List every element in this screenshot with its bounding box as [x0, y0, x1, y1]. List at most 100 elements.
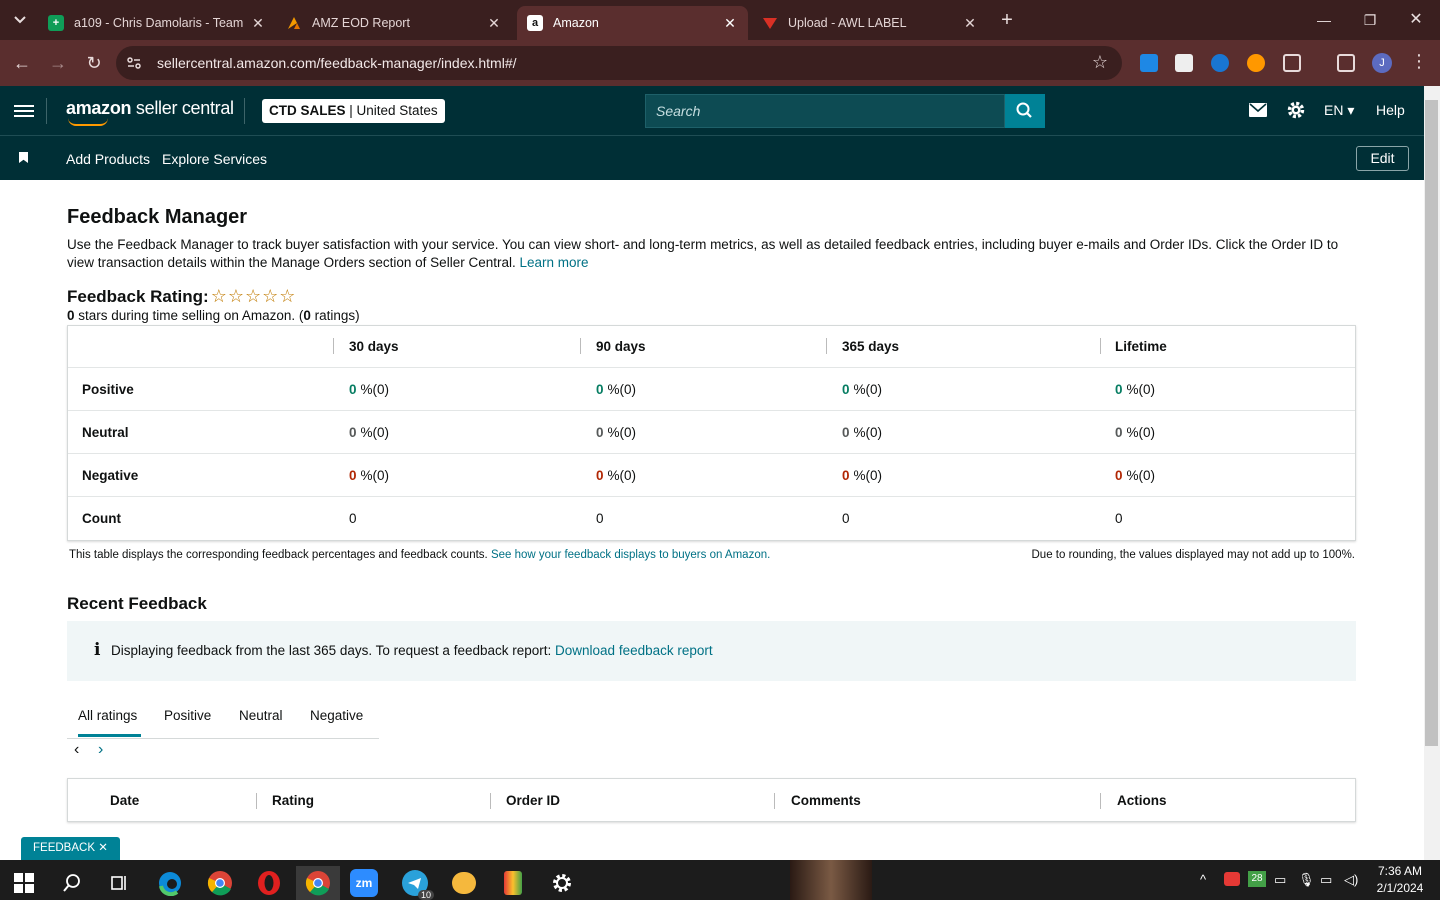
- rounding-note: Due to rounding, the values displayed ma…: [1031, 549, 1356, 561]
- learn-more-link[interactable]: Learn more: [519, 255, 588, 270]
- neutral-365-days: 0 %(0): [842, 424, 883, 440]
- reload-icon[interactable]: ↻: [82, 51, 106, 75]
- tab-all-ratings[interactable]: All ratings: [78, 708, 137, 723]
- language-selector[interactable]: EN ▾: [1324, 102, 1354, 119]
- extension-icon[interactable]: [1175, 54, 1193, 72]
- feedback-display-link[interactable]: See how your feedback displays to buyers…: [491, 549, 770, 561]
- rating-filter-tabs: All ratings Positive Neutral Negative: [67, 695, 379, 739]
- search-icon[interactable]: [50, 866, 94, 900]
- column-header-comments[interactable]: Comments: [791, 779, 861, 821]
- negative-90-days: 0 %(0): [596, 467, 637, 483]
- profile-avatar[interactable]: J: [1372, 53, 1392, 73]
- app-icon[interactable]: [442, 866, 486, 900]
- meet-now-icon[interactable]: ▭: [1274, 872, 1286, 888]
- zoom-icon[interactable]: zm: [342, 866, 386, 900]
- column-separator: [490, 793, 491, 809]
- show-hidden-icons[interactable]: ^: [1200, 872, 1206, 887]
- help-link[interactable]: Help: [1376, 102, 1405, 118]
- tab-search-icon[interactable]: [6, 6, 34, 34]
- search-icon: [1016, 102, 1032, 118]
- scrollbar-thumb[interactable]: [1425, 100, 1438, 746]
- feedback-button[interactable]: FEEDBACK ✕: [21, 837, 120, 860]
- tab-positive[interactable]: Positive: [164, 708, 211, 723]
- network-icon[interactable]: ▭: [1320, 872, 1332, 888]
- bookmark-star-icon[interactable]: ☆: [1092, 52, 1108, 73]
- windows-start-icon[interactable]: [2, 866, 46, 900]
- system-clock[interactable]: 7:36 AM 2/1/2024: [1370, 863, 1430, 897]
- tab-negative[interactable]: Negative: [310, 708, 363, 723]
- next-page-icon[interactable]: ›: [98, 741, 103, 759]
- settings-gear-icon[interactable]: [540, 866, 584, 900]
- chrome-profile-icon[interactable]: [296, 866, 340, 900]
- negative-lifetime: 0 %(0): [1115, 467, 1156, 483]
- close-tab-icon[interactable]: ✕: [722, 15, 738, 32]
- opera-icon[interactable]: [247, 866, 291, 900]
- hamburger-menu-icon[interactable]: [14, 102, 34, 120]
- browser-tab-amazon[interactable]: a Amazon ✕: [517, 6, 748, 40]
- store-name: CTD SALES: [269, 103, 346, 118]
- telegram-icon[interactable]: 10: [393, 866, 437, 900]
- browser-tab-sheets[interactable]: + a109 - Chris Damolaris - Team s ✕: [38, 6, 276, 40]
- extensions-puzzle-icon[interactable]: [1283, 54, 1301, 72]
- clock-date: 2/1/2024: [1376, 881, 1424, 895]
- store-selector[interactable]: CTD SALES | United States: [262, 99, 445, 123]
- app-icon[interactable]: [491, 866, 535, 900]
- browser-menu-icon[interactable]: ⋮: [1410, 51, 1428, 72]
- side-panel-icon[interactable]: [1337, 54, 1355, 72]
- close-tab-icon[interactable]: ✕: [486, 15, 502, 32]
- chrome-icon[interactable]: [198, 866, 242, 900]
- column-separator: [333, 338, 334, 354]
- search-button[interactable]: [1005, 94, 1045, 128]
- logo-seller-central-text: seller central: [131, 98, 234, 118]
- search-input[interactable]: Search: [645, 94, 1005, 128]
- explore-services-link[interactable]: Explore Services: [162, 151, 267, 167]
- table-row-negative: Negative 0 %(0) 0 %(0) 0 %(0) 0 %(0): [68, 454, 1355, 497]
- antivirus-icon[interactable]: [1224, 872, 1240, 886]
- neutral-30-days: 0 %(0): [349, 424, 390, 440]
- tab-title: Upload - AWL LABEL: [788, 16, 907, 30]
- volume-icon[interactable]: ◁): [1344, 872, 1358, 888]
- tray-badge-icon[interactable]: 28: [1248, 871, 1266, 887]
- previous-page-icon[interactable]: ‹: [74, 741, 79, 759]
- restore-icon[interactable]: ❐: [1358, 8, 1382, 32]
- column-separator: [256, 793, 257, 809]
- forward-icon[interactable]: →: [46, 51, 70, 75]
- edit-bookmarks-button[interactable]: Edit: [1356, 146, 1409, 171]
- browser-tab-strip: + a109 - Chris Damolaris - Team s ✕ AMZ …: [0, 0, 1440, 40]
- site-info-icon[interactable]: [126, 55, 142, 71]
- settings-gear-icon[interactable]: [1286, 100, 1306, 125]
- back-icon[interactable]: ←: [10, 51, 34, 75]
- column-header-date[interactable]: Date: [110, 779, 139, 821]
- bookmark-icon[interactable]: [19, 152, 28, 163]
- extension-icon[interactable]: [1247, 54, 1265, 72]
- task-view-icon[interactable]: [97, 866, 141, 900]
- close-window-icon[interactable]: ✕: [1404, 8, 1428, 32]
- column-header-rating[interactable]: Rating: [272, 779, 314, 821]
- column-header-order-id[interactable]: Order ID: [506, 779, 560, 821]
- browser-tab-awl-label[interactable]: Upload - AWL LABEL ✕: [752, 6, 988, 40]
- mail-icon[interactable]: [1249, 103, 1267, 122]
- alert-message: Displaying feedback from the last 365 da…: [111, 643, 713, 658]
- microphone-icon[interactable]: 🎙: [1298, 872, 1315, 888]
- close-tab-icon[interactable]: ✕: [962, 15, 978, 32]
- new-tab-button[interactable]: +: [995, 8, 1019, 32]
- download-feedback-report-link[interactable]: Download feedback report: [555, 643, 713, 658]
- browser-tab-eod-report[interactable]: AMZ EOD Report ✕: [276, 6, 512, 40]
- edge-icon[interactable]: [148, 866, 192, 900]
- ratings-count: 0: [303, 308, 311, 323]
- column-separator: [826, 338, 827, 354]
- add-products-link[interactable]: Add Products: [66, 151, 150, 167]
- fba-extension-icon[interactable]: [1140, 54, 1158, 72]
- extension-icon[interactable]: [1211, 54, 1229, 72]
- tab-title: a109 - Chris Damolaris - Team s: [74, 16, 244, 30]
- close-icon[interactable]: ✕: [98, 842, 108, 854]
- minimize-icon[interactable]: —: [1312, 8, 1336, 32]
- rating-summary-text: stars during time selling on Amazon. (: [74, 308, 304, 323]
- close-tab-icon[interactable]: ✕: [250, 15, 266, 32]
- seller-central-logo[interactable]: amazon seller central: [66, 98, 234, 126]
- tab-neutral[interactable]: Neutral: [239, 708, 283, 723]
- table-note-text: This table displays the corresponding fe…: [69, 549, 488, 561]
- column-header-90-days: 90 days: [596, 339, 646, 354]
- address-bar[interactable]: sellercentral.amazon.com/feedback-manage…: [116, 46, 1122, 80]
- taskbar-widget-image[interactable]: [790, 860, 872, 900]
